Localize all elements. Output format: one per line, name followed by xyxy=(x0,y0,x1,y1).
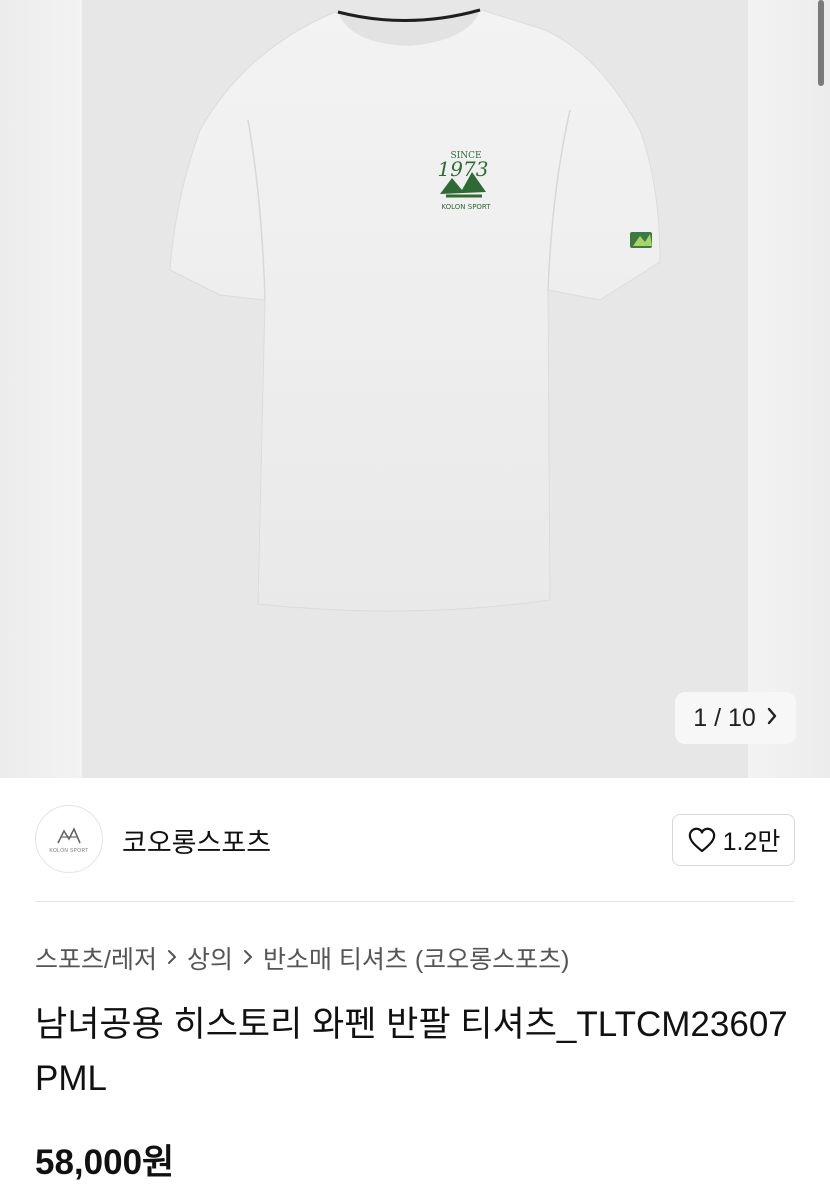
image-counter-button[interactable]: 1 / 10 xyxy=(675,692,796,744)
product-price: 58,000원 xyxy=(35,1143,175,1182)
chevron-right-icon xyxy=(167,944,177,972)
tshirt-image: SINCE 1973 KOLON SPORT xyxy=(169,8,661,612)
product-image-gallery[interactable]: SINCE 1973 KOLON SPORT 1 / 10 xyxy=(0,0,830,778)
breadcrumb-item-subcategory[interactable]: 상의 xyxy=(187,940,233,976)
sleeve-patch-icon xyxy=(630,232,652,248)
seller-name[interactable]: 코오롱스포츠 xyxy=(122,821,271,860)
chevron-right-icon xyxy=(243,944,253,972)
svg-text:KOLON SPORT: KOLON SPORT xyxy=(441,203,491,211)
image-counter-separator: / xyxy=(714,703,722,732)
seller-logo-text: KOLON SPORT xyxy=(49,847,89,854)
svg-text:1973: 1973 xyxy=(438,157,489,181)
breadcrumb-item-type[interactable]: 반소매 티셔츠 (코오롱스포츠) xyxy=(263,940,570,976)
divider xyxy=(35,901,795,902)
like-button[interactable]: 1.2만 xyxy=(672,814,795,866)
image-counter-current: 1 xyxy=(693,703,708,732)
chevron-right-icon xyxy=(766,705,778,731)
like-count: 1.2만 xyxy=(722,828,781,856)
seller-logo[interactable]: KOLON SPORT xyxy=(35,805,103,873)
breadcrumb: 스포츠/레저 상의 반소매 티셔츠 (코오롱스포츠) xyxy=(35,940,570,976)
brand-logo-icon xyxy=(57,826,81,843)
product-title: 남녀공용 히스토리 와펜 반팔 티셔츠_TLTCM23607PML xyxy=(35,1005,788,1098)
image-counter-total: 10 xyxy=(727,703,756,732)
heart-outline-icon xyxy=(688,827,715,853)
breadcrumb-item-category[interactable]: 스포츠/레저 xyxy=(35,940,157,976)
